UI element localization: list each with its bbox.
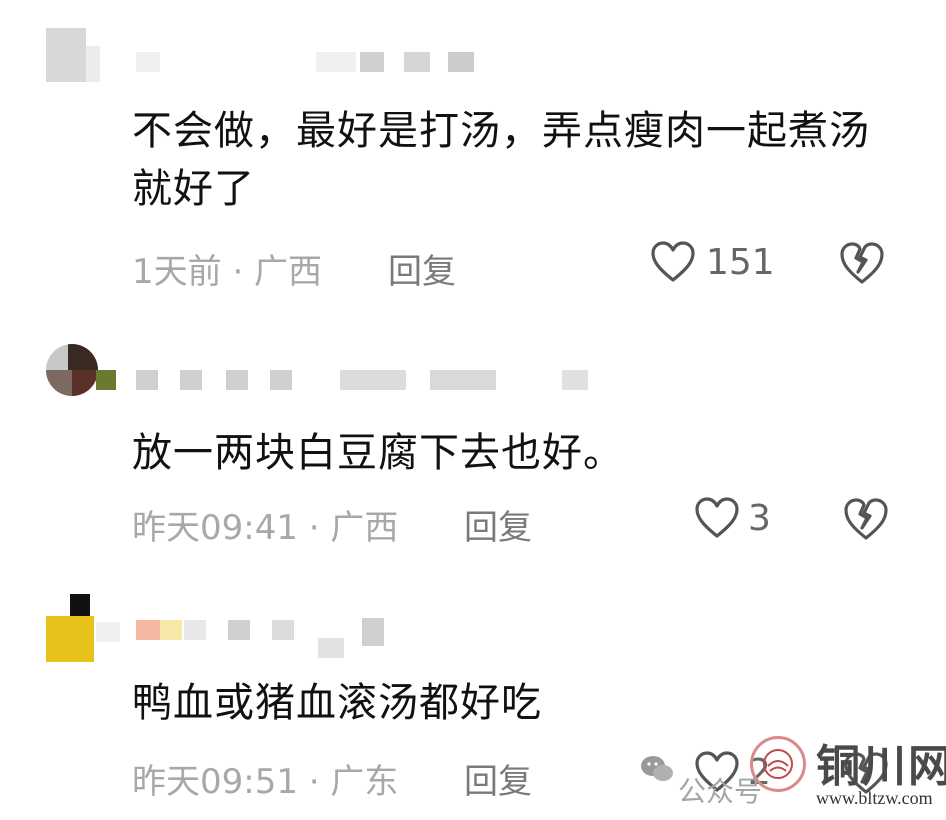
comment-meta: 1天前 · 广西 <box>132 252 323 292</box>
watermark-logo-icon <box>750 736 806 792</box>
dislike-button[interactable] <box>838 240 886 286</box>
avatar[interactable] <box>46 344 98 396</box>
watermark-account-text: 公众号 <box>678 775 763 808</box>
broken-heart-icon <box>838 240 886 286</box>
comment-meta: 昨天09:41 · 广西 <box>132 508 399 548</box>
avatar[interactable] <box>46 594 94 662</box>
comment-text: 鸭血或猪血滚汤都好吃 <box>132 680 542 726</box>
comment-text: 放一两块白豆腐下去也好。 <box>132 430 624 476</box>
like-button[interactable]: 151 <box>650 240 775 284</box>
avatar[interactable] <box>46 28 100 82</box>
reply-button[interactable]: 回复 <box>464 500 532 549</box>
reply-button[interactable]: 回复 <box>388 244 456 293</box>
like-count: 3 <box>748 497 771 539</box>
comment-meta: 昨天09:51 · 广东 <box>132 762 399 802</box>
broken-heart-icon <box>842 496 890 542</box>
watermark-brand: 铜川网 <box>816 741 946 792</box>
wechat-icon <box>640 754 674 791</box>
like-button[interactable]: 3 <box>694 496 771 540</box>
heart-outline-icon <box>650 240 696 284</box>
watermark-url: www.bltzw.com <box>816 788 933 808</box>
like-count: 151 <box>706 241 775 283</box>
comment-text: 不会做，最好是打汤，弄点瘦肉一起煮汤就好了 <box>132 108 870 212</box>
watermark: 公众号 铜川网 www.bltzw.com <box>640 730 946 820</box>
dislike-button[interactable] <box>842 496 890 542</box>
heart-outline-icon <box>694 496 740 540</box>
reply-button[interactable]: 回复 <box>464 754 532 803</box>
